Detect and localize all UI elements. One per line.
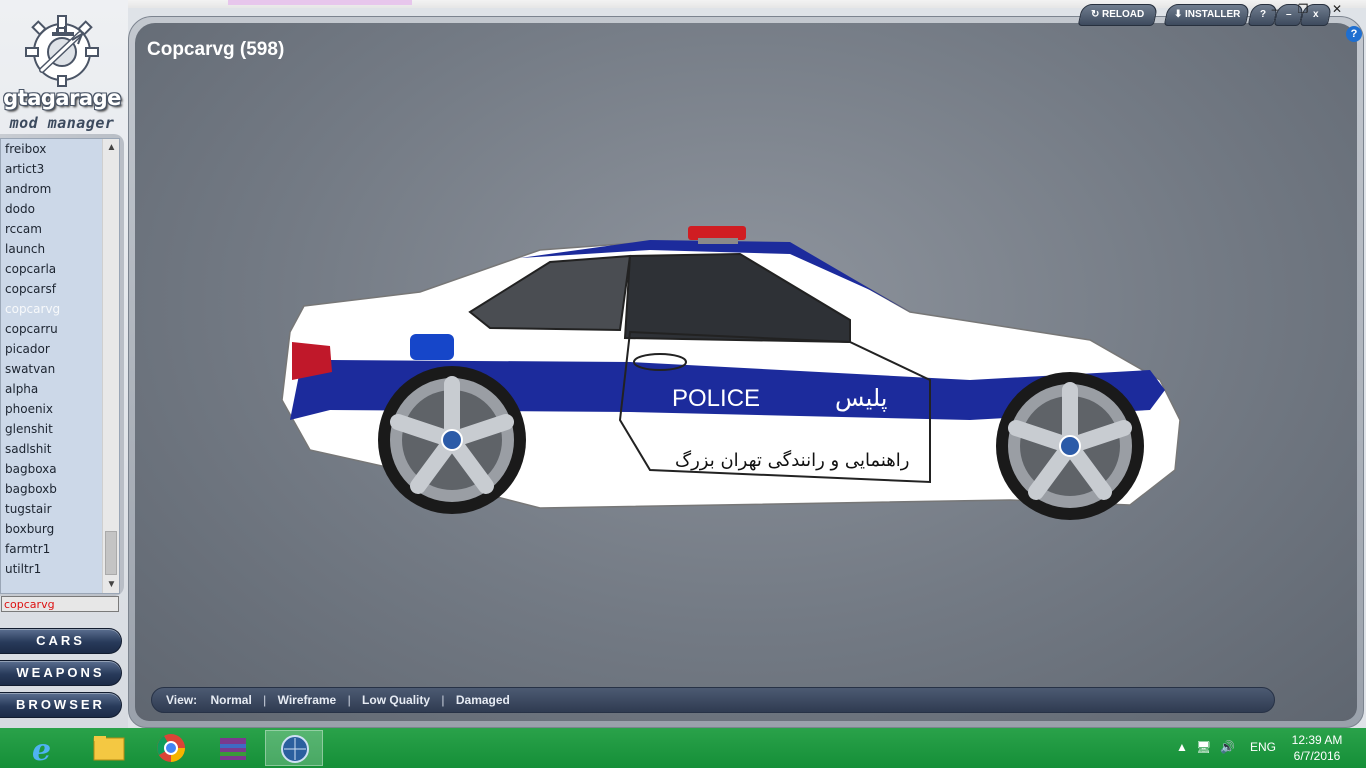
vehicle-list-item[interactable]: picador (1, 339, 102, 359)
vehicle-list-item[interactable]: phoenix (1, 399, 102, 419)
minimize-tab-label: – (1286, 9, 1292, 20)
vehicle-list-item[interactable]: launch (1, 239, 102, 259)
window-close-icon[interactable]: ✕ (1326, 2, 1348, 16)
reload-label: RELOAD (1102, 9, 1145, 20)
vehicle-search-input[interactable] (1, 596, 119, 612)
clock[interactable]: 12:39 AM 6/7/2016 (1282, 732, 1352, 764)
logo-subtitle: mod manager (9, 114, 115, 132)
vehicle-list-item[interactable]: tugstair (1, 499, 102, 519)
window-minimize-icon[interactable]: – (1264, 2, 1286, 16)
vehicle-list[interactable]: freibox artict3 androm dodo rccam launch copca… (0, 138, 120, 594)
view-damaged-option[interactable]: Damaged (456, 688, 510, 712)
clock-time: 12:39 AM (1291, 733, 1343, 747)
separator: | (263, 693, 267, 707)
view-normal-option[interactable]: Normal (210, 688, 251, 712)
installer-label: INSTALLER (1184, 9, 1241, 20)
view-low-quality-option[interactable]: Low Quality (362, 688, 430, 712)
car-model-render: POLICE پلیس راهنمایی و رانندگی تهران بزر… (281, 226, 1181, 520)
window-maximize-icon[interactable]: ❐ (1292, 2, 1314, 16)
browser-button[interactable]: BROWSER (0, 692, 122, 718)
scroll-thumb[interactable] (105, 531, 117, 575)
vehicle-list-item[interactable]: sadlshit (1, 439, 102, 459)
internet-explorer-icon[interactable]: e (18, 730, 76, 768)
vehicle-list-item[interactable]: alpha (1, 379, 102, 399)
winrar-icon[interactable] (204, 730, 262, 766)
roof-light-bar (688, 226, 746, 240)
livery-police-fa: پلیس (835, 384, 887, 412)
livery-police-en: POLICE (672, 385, 760, 412)
vehicle-list-item[interactable]: copcarla (1, 259, 102, 279)
front-wheel (996, 372, 1144, 520)
rear-wheel (378, 366, 526, 514)
volume-icon[interactable]: 🔊 (1220, 740, 1235, 768)
vehicle-list-item[interactable]: copcarru (1, 319, 102, 339)
vehicle-list-item[interactable]: boxburg (1, 519, 102, 539)
vehicle-list-item[interactable]: swatvan (1, 359, 102, 379)
gear-wrench-icon (25, 15, 99, 87)
cars-button[interactable]: CARS (0, 628, 122, 654)
vehicle-list-item[interactable]: androm (1, 179, 102, 199)
close-tab-label: x (1313, 9, 1319, 20)
vehicle-list-item[interactable]: bagboxa (1, 459, 102, 479)
vehicle-list-scrollbar[interactable]: ▲ ▼ (102, 139, 119, 593)
vehicle-list-item[interactable]: farmtr1 (1, 539, 102, 559)
page-title: Copcarvg (598) (147, 39, 285, 60)
chrome-icon[interactable] (142, 730, 200, 766)
help-icon[interactable]: ? (1346, 26, 1362, 42)
vehicle-list-item[interactable]: rccam (1, 219, 102, 239)
browser-tab-strip (228, 0, 412, 5)
sidebar: gtagarage mod manager freibox artict3 andr… (0, 0, 128, 728)
view-mode-bar: View: Normal | Wireframe | Low Quality |… (151, 687, 1275, 713)
vehicle-list-item[interactable]: glenshit (1, 419, 102, 439)
vehicle-list-item[interactable]: artict3 (1, 159, 102, 179)
vehicle-list-item[interactable]: copcarsf (1, 279, 102, 299)
reload-icon: ↻ (1091, 9, 1103, 20)
weapons-button[interactable]: WEAPONS (0, 660, 122, 686)
top-strip (0, 0, 1366, 8)
vehicle-list-item[interactable]: bagboxb (1, 479, 102, 499)
taskbar: e ▲ 🖥 🔊 ENG 12:39 AM 6/7/2016 (0, 728, 1366, 768)
view-label: View: (166, 693, 198, 707)
side-marker (410, 334, 454, 360)
view-wireframe-option[interactable]: Wireframe (278, 688, 337, 712)
scroll-down-icon[interactable]: ▼ (103, 576, 120, 593)
vehicle-list-items: freibox artict3 androm dodo rccam launch copca… (1, 139, 102, 593)
tray-overflow-icon[interactable]: ▲ (1176, 740, 1188, 768)
separator: | (347, 693, 351, 707)
app-logo: gtagarage mod manager (0, 6, 128, 132)
vehicle-list-item[interactable]: copcarvg (1, 299, 102, 319)
installer-button[interactable]: ⬇ INSTALLER (1163, 4, 1251, 26)
network-icon[interactable]: 🖥 (1196, 740, 1211, 768)
logo-title: gtagarage (3, 86, 121, 110)
vehicle-list-item[interactable]: freibox (1, 139, 102, 159)
scroll-up-icon[interactable]: ▲ (103, 139, 120, 156)
vehicle-list-item[interactable]: utiltr1 (1, 559, 102, 579)
clock-date: 6/7/2016 (1293, 749, 1341, 763)
language-indicator[interactable]: ENG (1250, 740, 1276, 768)
livery-subtitle-fa: راهنمایی و رانندگی تهران بزرگ (675, 449, 909, 471)
svg-text:e: e (32, 733, 51, 766)
separator: | (441, 693, 445, 707)
vehicle-list-item[interactable]: dodo (1, 199, 102, 219)
file-explorer-icon[interactable] (80, 730, 138, 766)
mod-manager-task-icon[interactable] (265, 730, 323, 766)
reload-button[interactable]: ↻ RELOAD (1077, 4, 1159, 26)
download-icon: ⬇ (1173, 9, 1185, 20)
